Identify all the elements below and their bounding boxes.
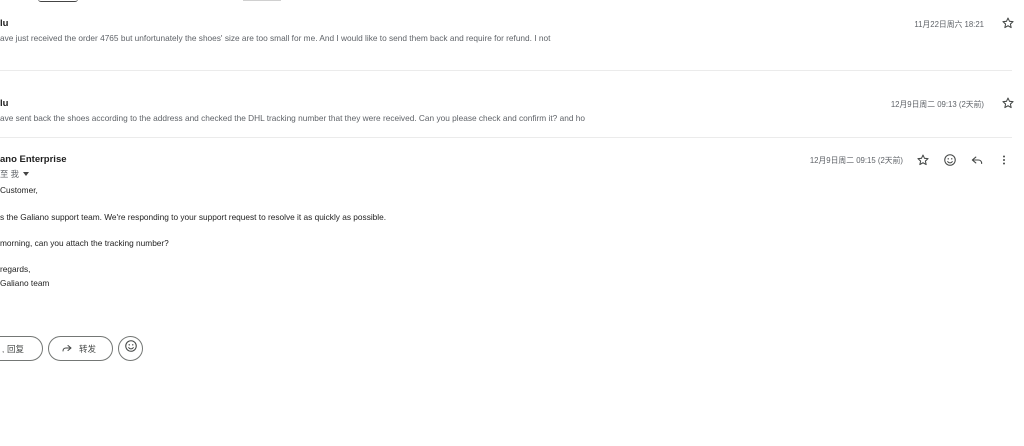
message-sender: lu <box>0 18 9 29</box>
reply-icon: , <box>2 345 5 354</box>
forward-button-label: 转发 <box>79 343 97 354</box>
message-body-line: Customer, <box>0 185 38 195</box>
message-actions: 回复 , 转发 <box>0 336 200 362</box>
cutoff-glyph <box>38 0 78 2</box>
recipient-label: 至 我 <box>0 169 19 179</box>
star-icon[interactable] <box>1001 96 1015 110</box>
star-icon[interactable] <box>1001 16 1015 30</box>
recipient-toggle[interactable]: 至 我 <box>0 168 29 180</box>
forward-button[interactable]: 转发 <box>48 336 113 361</box>
emoji-icon <box>124 339 138 358</box>
collapsed-message-1[interactable]: lu ave just received the order 4765 but … <box>0 6 1024 70</box>
cutoff-line <box>243 0 281 1</box>
message-sender: lu <box>0 98 9 109</box>
collapsed-message-2[interactable]: lu ave sent back the shoes according to … <box>0 86 1024 138</box>
emoji-icon[interactable] <box>941 151 959 169</box>
star-icon[interactable] <box>914 151 932 169</box>
emoji-reaction-button[interactable] <box>118 336 143 361</box>
forward-icon <box>61 342 73 356</box>
gmail-thread-view: lu ave just received the order 4765 but … <box>0 0 1024 446</box>
message-body-line: s the Galiano support team. We're respon… <box>0 212 387 222</box>
message-snippet: ave sent back the shoes according to the… <box>0 113 585 123</box>
message-date: 12月9日周二 09:13 (2天前) <box>890 100 984 109</box>
message-sender[interactable]: ano Enterprise <box>0 154 67 165</box>
more-vert-icon[interactable] <box>995 151 1013 169</box>
top-cutoff-area <box>0 0 1024 4</box>
message-body-line: regards, <box>0 264 31 274</box>
message-snippet: ave just received the order 4765 but unf… <box>0 33 551 43</box>
reply-icon[interactable] <box>968 151 986 169</box>
message-divider <box>0 70 1012 71</box>
reply-button-label: 回复 <box>7 343 25 354</box>
chevron-down-icon <box>22 172 29 176</box>
message-body-line: Galiano team <box>0 278 50 288</box>
reply-button[interactable]: 回复 <box>0 336 43 361</box>
message-body-line: morning, can you attach the tracking num… <box>0 238 169 248</box>
message-date: 11月22日周六 18:21 <box>914 20 984 29</box>
message-divider <box>0 137 1012 138</box>
message-date: 12月9日周二 09:15 (2天前) <box>809 156 903 165</box>
